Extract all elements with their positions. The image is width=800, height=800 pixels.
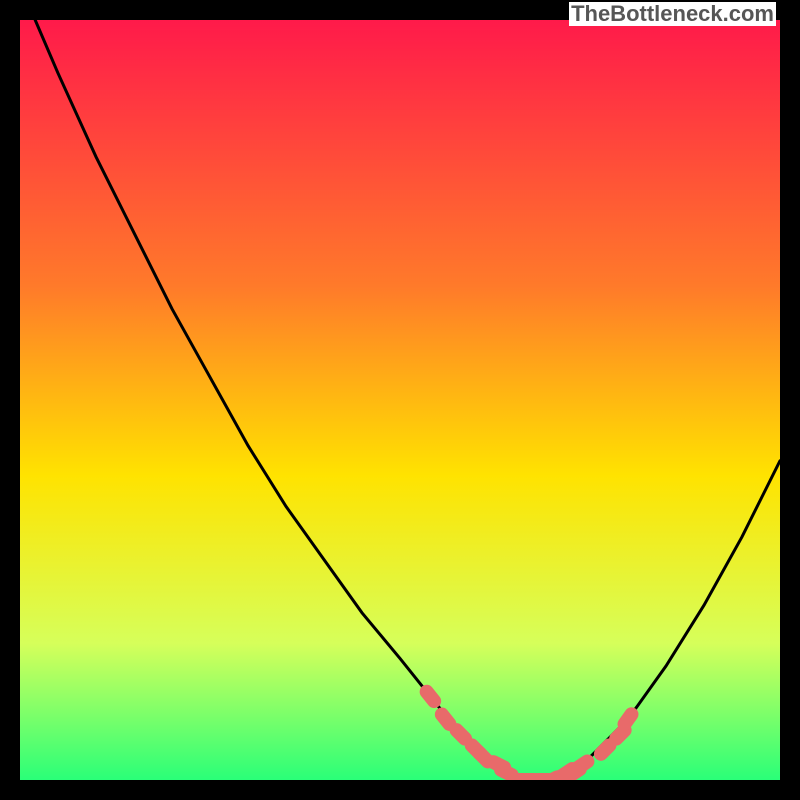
chart-frame [20, 20, 780, 780]
watermark-text: TheBottleneck.com [569, 2, 776, 26]
chart-svg [20, 20, 780, 780]
